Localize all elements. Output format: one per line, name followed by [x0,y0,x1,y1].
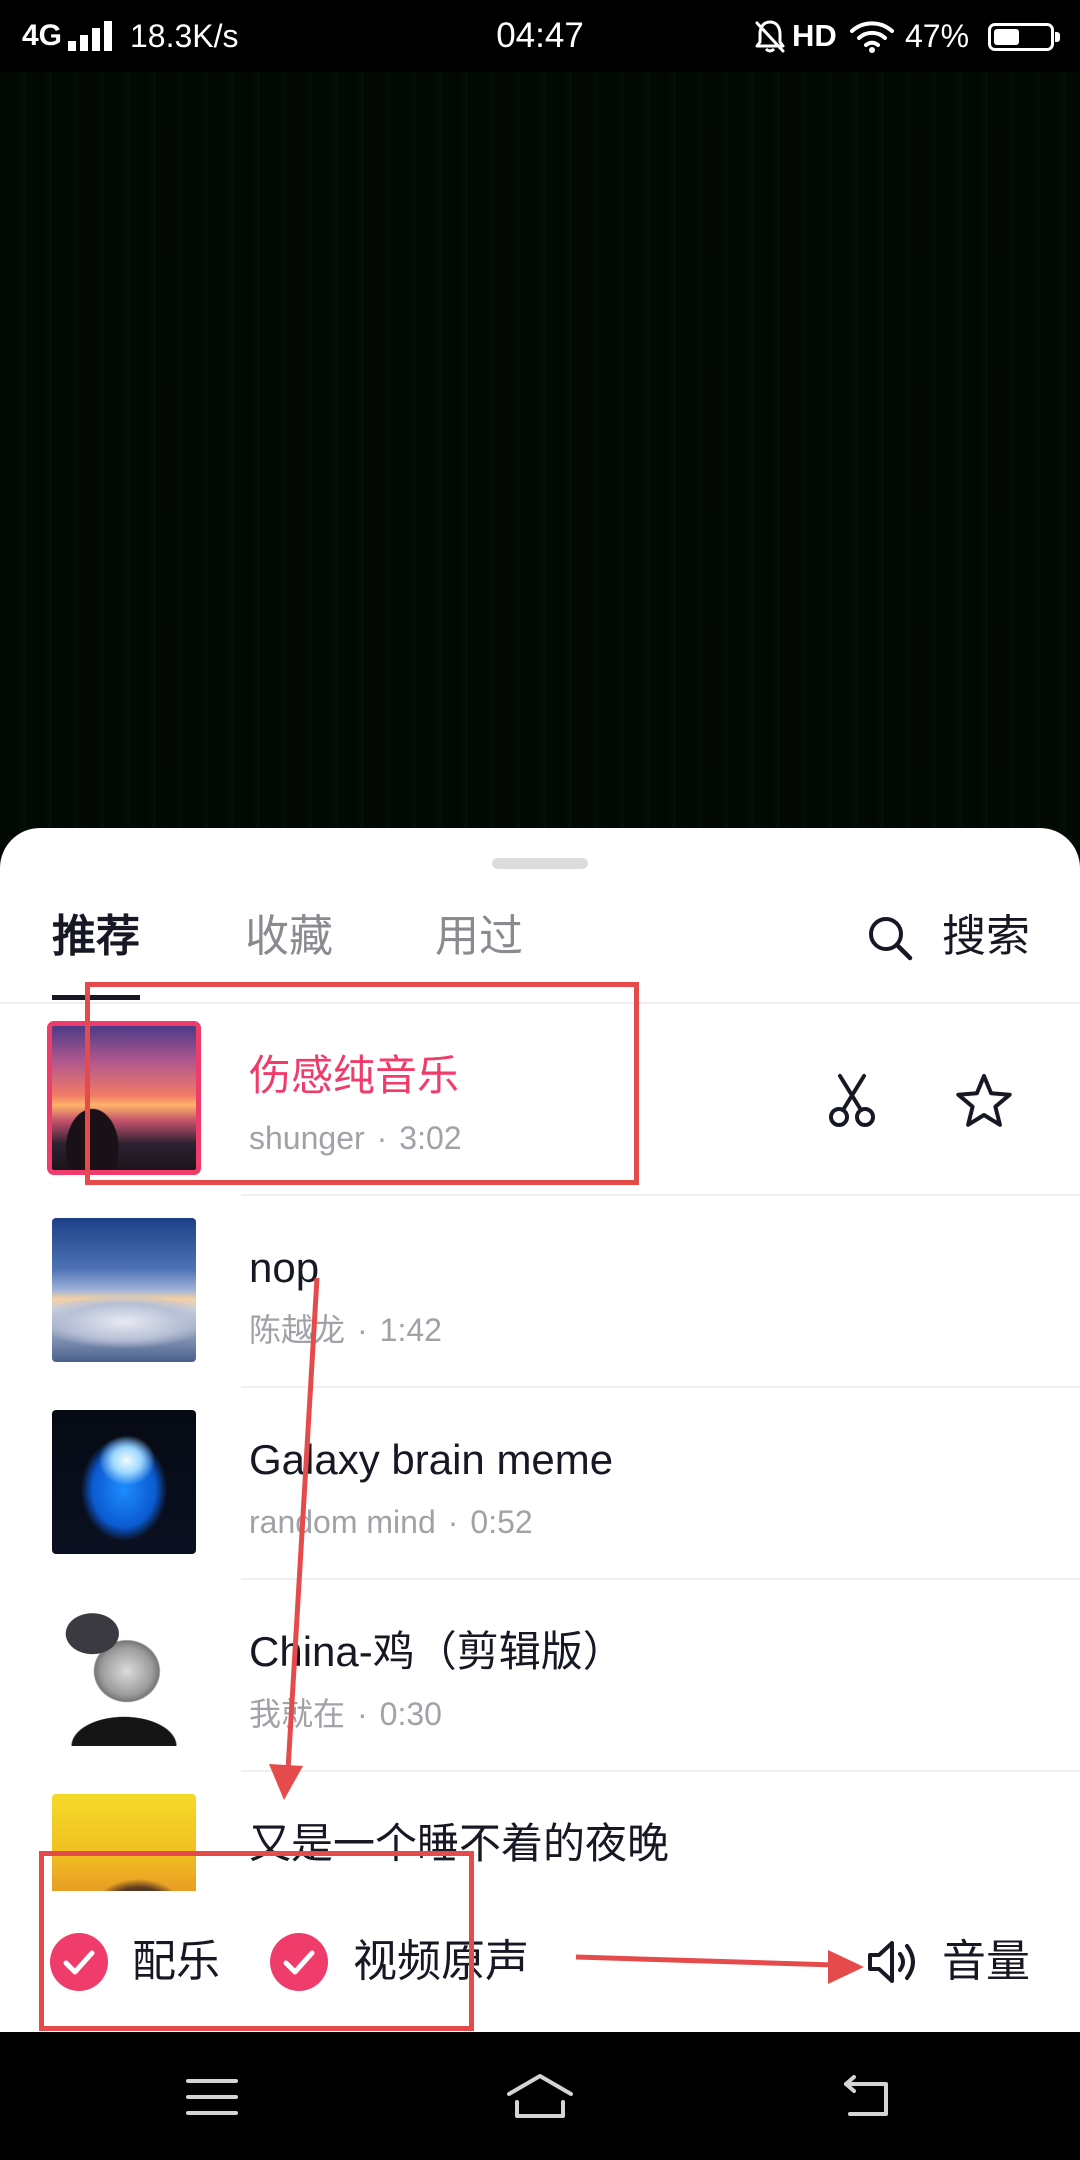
meta-separator: · [357,1312,368,1348]
menu-icon[interactable] [184,2075,240,2119]
signal-icon [68,21,112,51]
song-row[interactable]: nop 陈越龙 · 1:42 [0,1196,1080,1388]
song-cover-thumbnail[interactable] [52,1410,196,1554]
meta-separator: · [357,1696,368,1732]
volume-button[interactable]: 音量 [942,1934,1030,1990]
network-speed: 18.3K/s [130,18,239,54]
original-sound-toggle-label[interactable]: 视频原声 [353,1934,529,1990]
bell-off-icon [755,20,785,53]
song-cover-thumbnail[interactable] [52,1602,196,1746]
song-row[interactable]: 伤感纯音乐 shunger · 3:02 [0,1004,1080,1196]
wifi-icon [850,21,894,53]
video-preview [0,72,1080,872]
song-title: nop [249,1244,320,1291]
network-type: 4G [22,19,63,52]
tab-recommended[interactable]: 推荐 [52,907,140,1000]
battery-percent: 47% [905,18,970,54]
back-icon[interactable] [840,2074,896,2120]
search-button[interactable]: 搜索 [942,907,1030,967]
music-toggle-label[interactable]: 配乐 [132,1934,220,1990]
song-meta: random mind · 0:52 [249,1502,533,1542]
song-title: China-鸡（剪辑版） [249,1628,625,1675]
meta-separator: · [447,1504,459,1540]
song-duration: 3:02 [399,1120,462,1156]
status-bar: 4G 18.3K/s 04:47 HD 47% [0,0,1080,72]
song-row[interactable]: 又是一个睡不着的夜晚 [0,1772,1080,1891]
song-artist: random mind [249,1504,436,1540]
song-title: 伤感纯音乐 [249,1052,460,1099]
music-check-icon[interactable] [49,1932,109,1992]
drag-handle[interactable] [492,858,588,869]
song-artist: 我就在 [249,1696,346,1732]
music-selection-sheet: 推荐 收藏 用过 搜索 伤感纯音乐 shunger · 3:02 nop 陈越龙… [0,828,1080,2032]
song-duration: 0:30 [379,1696,442,1732]
song-title: 又是一个睡不着的夜晚 [249,1820,670,1867]
clock: 04:47 [496,16,584,55]
song-meta: 我就在 · 0:30 [249,1694,442,1734]
scissors-icon[interactable] [822,1071,882,1131]
home-icon[interactable] [505,2072,575,2122]
volume-icon[interactable] [864,1934,920,1990]
battery-icon [988,23,1060,51]
system-nav-bar [0,2032,1080,2160]
tab-favorites[interactable]: 收藏 [245,907,333,967]
song-list[interactable]: 伤感纯音乐 shunger · 3:02 nop 陈越龙 · 1:42 Gala… [0,1004,1080,1891]
search-icon[interactable] [866,914,914,962]
battery-level-fill [994,29,1020,45]
original-sound-check-icon[interactable] [269,1932,329,1992]
meta-separator: · [376,1120,388,1156]
song-artist: shunger [249,1120,365,1156]
song-artist: 陈越龙 [249,1312,346,1348]
hd-indicator: HD [792,18,837,53]
star-icon[interactable] [952,1070,1016,1134]
song-cover-thumbnail[interactable] [52,1218,196,1362]
song-duration: 1:42 [379,1312,442,1348]
sound-options-bar: 配乐 视频原声 音量 [0,1891,1080,2032]
song-cover-thumbnail[interactable] [52,1794,196,1891]
song-duration: 0:52 [470,1504,533,1540]
song-cover-thumbnail[interactable] [47,1021,201,1175]
song-row[interactable]: China-鸡（剪辑版） 我就在 · 0:30 [0,1580,1080,1772]
song-meta: shunger · 3:02 [249,1118,462,1158]
song-title: Galaxy brain meme [249,1436,614,1483]
song-meta: 陈越龙 · 1:42 [249,1310,442,1350]
song-row[interactable]: Galaxy brain meme random mind · 0:52 [0,1388,1080,1580]
tab-used[interactable]: 用过 [435,907,523,967]
